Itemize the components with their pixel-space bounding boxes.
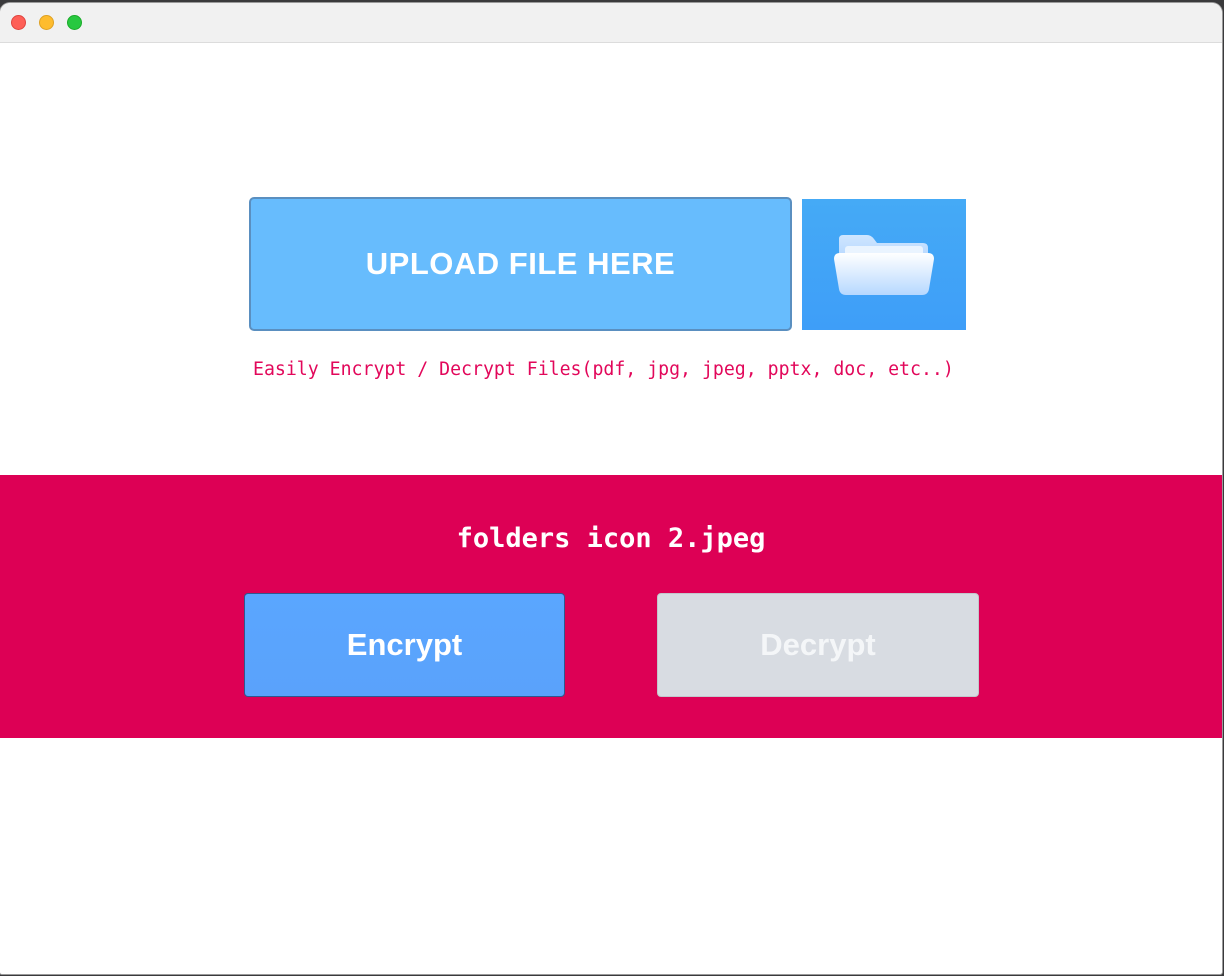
action-panel: folders icon 2.jpeg Encrypt Decrypt: [0, 475, 1222, 738]
selected-file-name: folders icon 2.jpeg: [456, 523, 766, 554]
browse-folder-button[interactable]: [802, 199, 966, 330]
encrypt-button-label: Encrypt: [346, 627, 463, 662]
app-window: UPLOAD FILE HERE Easily Encrypt / Decryp…: [0, 3, 1222, 974]
encrypt-button[interactable]: Encrypt: [244, 593, 565, 697]
decrypt-button[interactable]: Decrypt: [657, 593, 979, 697]
upload-file-button[interactable]: UPLOAD FILE HERE: [249, 197, 792, 331]
folder-open-icon: [834, 234, 934, 295]
supported-formats-hint: Easily Encrypt / Decrypt Files(pdf, jpg,…: [253, 359, 954, 380]
title-bar: [0, 3, 1222, 43]
decrypt-button-label: Decrypt: [760, 627, 876, 662]
upload-button-label: UPLOAD FILE HERE: [365, 246, 676, 281]
maximize-window-button[interactable]: [67, 15, 82, 30]
minimize-window-button[interactable]: [39, 15, 54, 30]
close-window-button[interactable]: [11, 15, 26, 30]
